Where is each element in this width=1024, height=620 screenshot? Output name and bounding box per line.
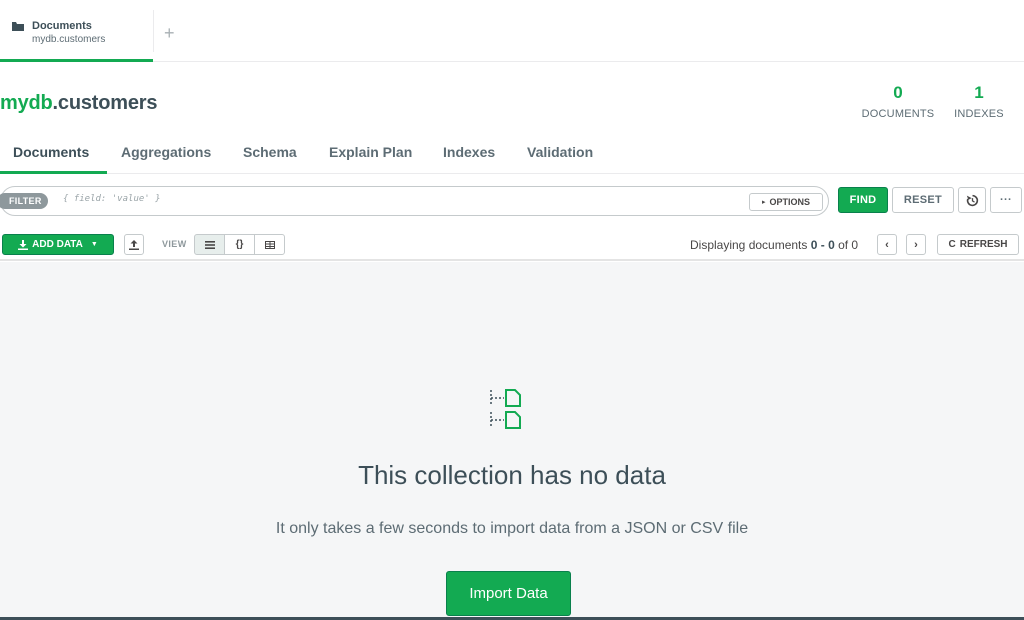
history-icon (966, 194, 978, 206)
add-tab-button[interactable]: + (164, 24, 175, 42)
upload-icon (129, 239, 139, 250)
pagination-prefix: Displaying documents (690, 238, 811, 252)
previous-page-button[interactable]: ‹ (877, 234, 897, 255)
refresh-button[interactable]: C REFRESH (937, 234, 1019, 255)
add-data-label: ADD DATA (32, 239, 83, 250)
filter-input[interactable] (63, 194, 663, 204)
folder-icon (12, 21, 24, 31)
documents-stat: 0 DOCUMENTS (858, 83, 938, 120)
tab-title-row: Documents (12, 20, 153, 32)
pagination-status: Displaying documents 0 - 0 of 0 (690, 238, 858, 252)
tab-schema[interactable]: Schema (243, 134, 297, 174)
tab-title: Documents (32, 20, 92, 32)
indexes-stat: 1 INDEXES (950, 83, 1008, 120)
options-label: OPTIONS (769, 197, 811, 207)
next-page-button[interactable]: › (906, 234, 926, 255)
add-data-button[interactable]: ADD DATA ▼ (2, 234, 114, 255)
refresh-icon: C (948, 239, 956, 250)
empty-state: This collection has no data It only take… (0, 262, 1024, 618)
pagination-suffix: of 0 (834, 238, 859, 252)
chevron-right-icon: › (914, 238, 918, 251)
database-name: mydb (0, 92, 53, 114)
collection-title: mydb.customers (0, 92, 157, 115)
find-button[interactable]: FIND (838, 187, 888, 213)
reset-button[interactable]: RESET (892, 187, 954, 213)
empty-collection-icon (490, 389, 521, 429)
tab-subtitle: mydb.customers (32, 34, 106, 45)
caret-right-icon: ▸ (761, 199, 766, 206)
query-history-button[interactable] (958, 187, 986, 213)
pagination-range: 0 - 0 (810, 238, 835, 252)
query-bar: FILTER ▸ OPTIONS (0, 186, 829, 216)
collection-tabs: Documents Aggregations Schema Explain Pl… (0, 134, 1024, 174)
list-view-button[interactable] (194, 234, 225, 255)
empty-title: This collection has no data (358, 460, 666, 490)
tab-divider (153, 10, 154, 52)
documents-count: 0 (893, 83, 903, 102)
documents-label: DOCUMENTS (861, 108, 935, 120)
chevron-down-icon: ▼ (90, 241, 98, 248)
download-icon (18, 239, 29, 250)
tab-documents-view[interactable]: Documents (0, 134, 107, 174)
documents-toolbar: ADD DATA ▼ VIEW {} Displaying documents … (0, 229, 1024, 261)
more-options-button[interactable]: ··· (990, 187, 1022, 213)
tab-explain-plan[interactable]: Explain Plan (329, 134, 412, 174)
view-switcher: {} (194, 234, 285, 255)
filter-label: FILTER (0, 193, 48, 209)
import-data-button[interactable]: Import Data (446, 571, 571, 616)
export-button[interactable] (124, 234, 144, 255)
tab-aggregations[interactable]: Aggregations (121, 134, 211, 174)
tab-indexes[interactable]: Indexes (443, 134, 495, 174)
braces-icon: {} (235, 239, 244, 250)
chevron-left-icon: ‹ (885, 238, 889, 251)
list-icon (204, 240, 215, 249)
table-view-button[interactable] (254, 234, 285, 255)
view-label: VIEW (162, 239, 187, 249)
collection-name: .customers (52, 92, 158, 114)
refresh-label: REFRESH (959, 239, 1008, 250)
json-view-button[interactable]: {} (224, 234, 255, 255)
empty-description: It only takes a few seconds to import da… (275, 520, 749, 537)
tab-validation[interactable]: Validation (527, 134, 593, 174)
indexes-label: INDEXES (954, 108, 1004, 120)
tab-bar: Documents mydb.customers + (0, 0, 1024, 62)
options-button[interactable]: ▸ OPTIONS (749, 193, 823, 211)
table-icon (264, 240, 275, 249)
tab-documents[interactable]: Documents mydb.customers (0, 0, 153, 62)
indexes-count: 1 (974, 83, 984, 102)
